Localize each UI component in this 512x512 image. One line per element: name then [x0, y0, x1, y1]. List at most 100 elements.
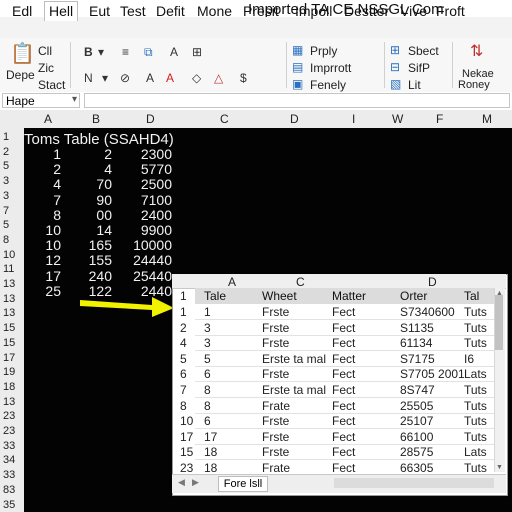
row-header[interactable]: 13 [3, 307, 15, 319]
data-cell[interactable]: 90 [96, 192, 112, 208]
preview-cell[interactable]: Lats [464, 445, 487, 459]
menu-item-impoll[interactable]: Impoll [295, 3, 332, 19]
preview-cell[interactable]: Fect [332, 414, 355, 428]
preview-cell[interactable]: Frate [262, 461, 290, 475]
row-header[interactable]: 19 [3, 366, 15, 378]
column-header[interactable]: B [92, 112, 100, 126]
scroll-up-icon[interactable]: ▲ [496, 290, 503, 297]
preview-cell[interactable]: Tuts [464, 399, 487, 413]
row-header[interactable]: 23 [3, 425, 15, 437]
preview-sheet-tab[interactable]: Fore lsll [218, 476, 268, 492]
row-header[interactable]: 10 [3, 249, 15, 261]
format-icon[interactable]: ▧ [390, 78, 401, 90]
data-cell[interactable]: 7 [53, 192, 61, 208]
dropdown-icon[interactable]: ▾ [102, 72, 108, 84]
preview-header-cell[interactable]: Tale [204, 289, 226, 303]
preview-cell[interactable]: 25107 [400, 414, 433, 428]
preview-cell[interactable]: Tuts [464, 321, 487, 335]
sort-filter-icon[interactable]: ⇅ [470, 44, 483, 60]
data-cell[interactable]: 12 [45, 252, 61, 268]
preview-header-cell[interactable]: Wheet [262, 289, 297, 303]
preview-cell[interactable]: Lats [464, 367, 487, 381]
preview-header-cell[interactable]: Matter [332, 289, 366, 303]
data-cell[interactable]: 24440 [133, 252, 172, 268]
preview-cell[interactable]: Tuts [464, 430, 487, 444]
data-cell[interactable]: 10 [45, 222, 61, 238]
preview-cell[interactable]: Tuts [464, 461, 487, 475]
menu-item-hell[interactable]: Hell [44, 1, 79, 21]
font-size-icon[interactable]: ▾ [98, 46, 104, 58]
preview-column-header[interactable]: A [228, 275, 236, 289]
cells-item-lit[interactable]: Lit [408, 78, 421, 92]
scroll-down-icon[interactable]: ▼ [496, 464, 503, 471]
currency-icon[interactable]: $ [240, 72, 247, 84]
row-header[interactable]: 3 [3, 175, 9, 187]
preview-cell[interactable]: S7175 [400, 352, 435, 366]
data-cell[interactable]: 7100 [141, 192, 172, 208]
tab-prev-icon[interactable]: ◀ [178, 477, 185, 488]
align-icon[interactable]: ≡ [122, 46, 129, 58]
data-cell[interactable]: 2400 [141, 207, 172, 223]
text-color-icon[interactable]: A [166, 72, 174, 84]
triangle-icon[interactable]: △ [214, 72, 223, 84]
preview-cell[interactable]: 8S747 [400, 383, 435, 397]
paste-label[interactable]: Depe [6, 68, 35, 82]
preview-cell[interactable]: I6 [464, 352, 474, 366]
menu-item-eut[interactable]: Eut [89, 3, 110, 19]
preview-cell[interactable]: Fect [332, 321, 355, 335]
preview-cell[interactable]: Erste ta mal [262, 352, 326, 366]
row-header[interactable]: 13 [3, 396, 15, 408]
menu-item-destter[interactable]: Destter [344, 3, 389, 19]
row-header[interactable]: 13 [3, 278, 15, 290]
menu-item-froft[interactable]: Froft [436, 3, 465, 19]
preview-column-header[interactable]: D [428, 275, 437, 289]
grid-icon[interactable]: ⊞ [192, 46, 202, 58]
column-header[interactable]: C [220, 112, 229, 126]
row-header[interactable]: 35 [3, 499, 15, 511]
row-header[interactable]: 15 [3, 337, 15, 349]
row-header[interactable]: 33 [3, 469, 15, 481]
preview-cell[interactable]: Tuts [464, 383, 487, 397]
preview-cell[interactable]: Tuts [464, 305, 487, 319]
tab-next-icon[interactable]: ▶ [192, 477, 199, 488]
row-header[interactable]: 5 [3, 160, 9, 172]
preview-cell[interactable]: Erste ta mal [262, 383, 326, 397]
bold-icon[interactable]: B [84, 46, 93, 58]
preview-cell[interactable]: Frste [262, 336, 289, 350]
preview-cell[interactable]: 6 [204, 414, 211, 428]
data-cell[interactable]: 25 [45, 283, 61, 299]
formula-input[interactable] [84, 93, 510, 108]
row-header[interactable]: 13 [3, 293, 15, 305]
style-item-fenely[interactable]: Fenely [310, 78, 346, 92]
preview-cell[interactable]: 18 [204, 461, 217, 475]
preview-column-header[interactable]: C [296, 275, 305, 289]
preview-cell[interactable]: 6 [204, 367, 211, 381]
sort-label-roney[interactable]: Roney [458, 79, 490, 91]
preview-cell[interactable]: Frste [262, 445, 289, 459]
fill-icon[interactable]: ◇ [192, 72, 201, 84]
column-header[interactable]: W [392, 112, 403, 126]
table-format-icon[interactable]: ▤ [292, 61, 303, 73]
wrap-icon[interactable]: ⧉ [144, 46, 153, 58]
data-cell[interactable]: 10000 [133, 237, 172, 253]
data-cell[interactable]: 240 [89, 268, 112, 284]
insert-icon[interactable]: ⊞ [390, 44, 400, 56]
cells-item-sifp[interactable]: SifP [408, 61, 430, 75]
menu-item-edl[interactable]: Edl [12, 3, 32, 19]
preview-cell[interactable]: Fect [332, 305, 355, 319]
preview-cell[interactable]: 61134 [400, 336, 432, 350]
row-header[interactable]: 15 [3, 322, 15, 334]
cut-label[interactable]: Cll [38, 44, 52, 58]
data-cell[interactable]: 2300 [141, 146, 172, 162]
row-header[interactable]: 23 [3, 410, 15, 422]
preview-cell[interactable]: 5 [204, 352, 211, 366]
preview-cell[interactable]: Frste [262, 305, 289, 319]
preview-cell[interactable]: Fect [332, 336, 355, 350]
menu-item-presit[interactable]: Presit [243, 3, 279, 19]
data-cell[interactable]: 2 [104, 146, 112, 162]
data-cell[interactable]: 165 [89, 237, 112, 253]
row-header[interactable]: 2 [3, 146, 9, 158]
strike-icon[interactable]: ⊘ [120, 72, 130, 84]
name-box-dropdown-icon[interactable]: ▾ [72, 94, 77, 105]
data-cell[interactable]: 4 [104, 161, 112, 177]
